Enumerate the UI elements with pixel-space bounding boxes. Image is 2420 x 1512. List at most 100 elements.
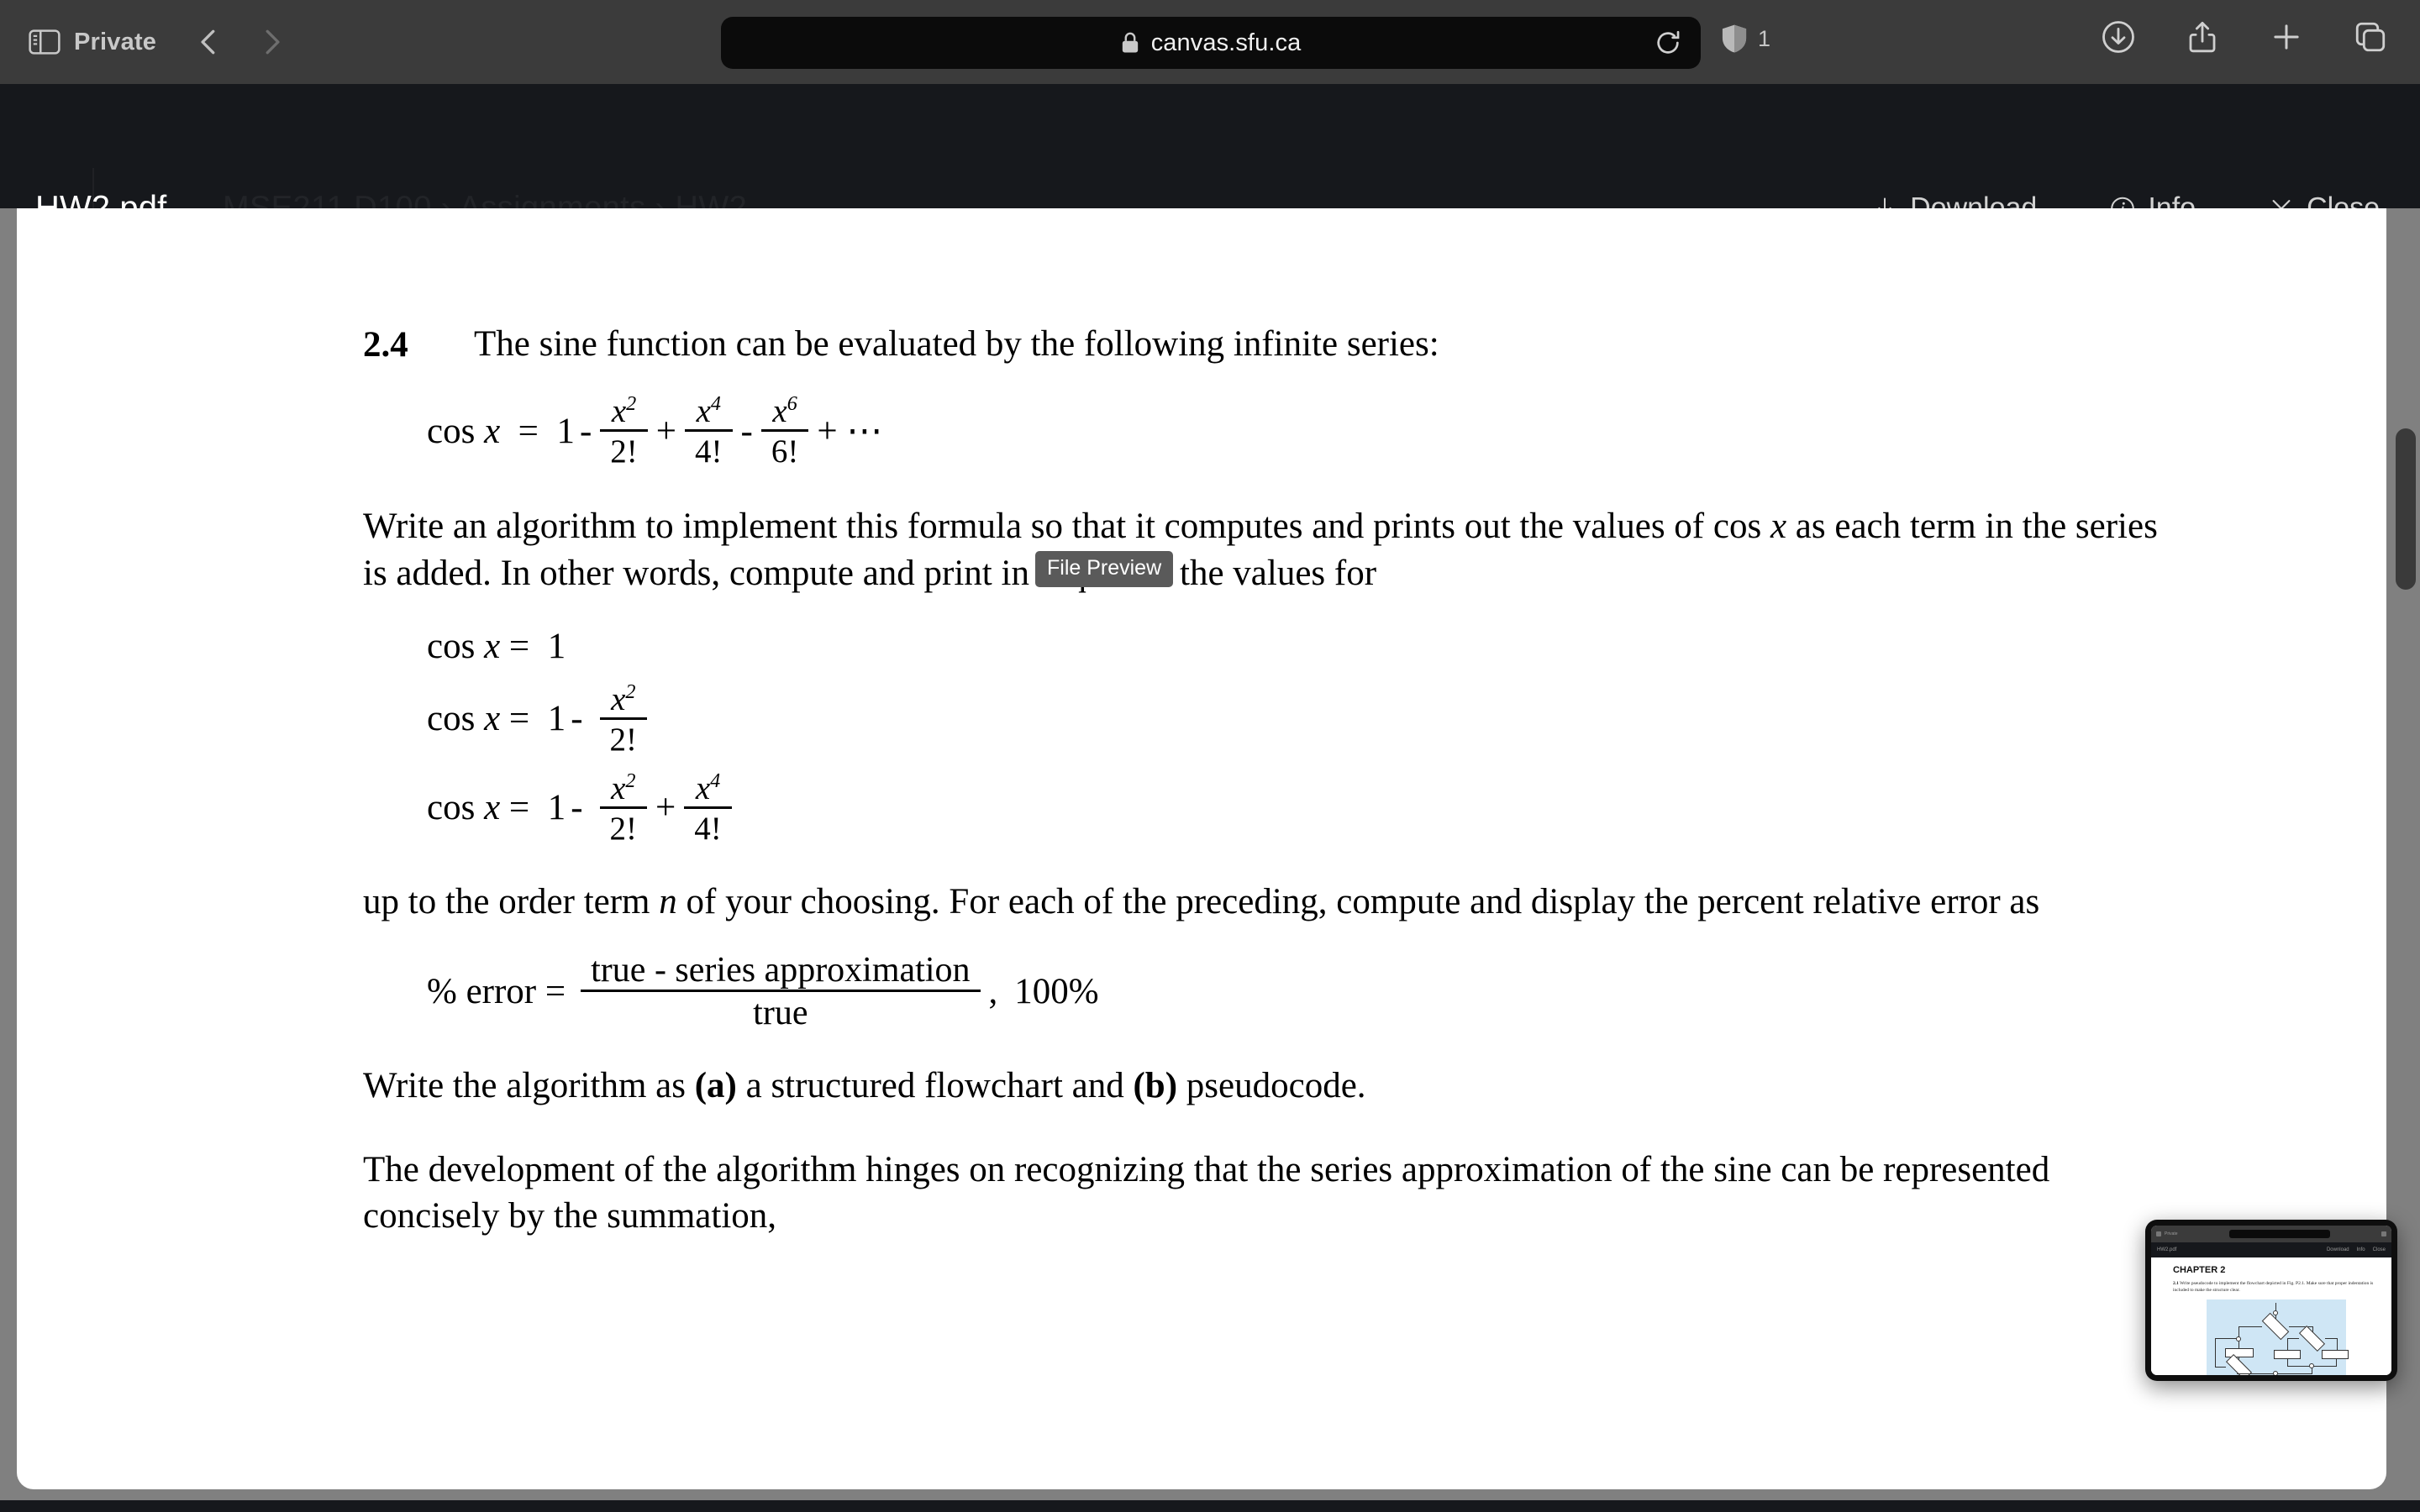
chevron-right-icon[interactable]: [255, 26, 287, 58]
equation-percent-error: % error = true - series approximation tr…: [363, 953, 2185, 1031]
thumbnail-file-name: HW2.pdf: [2157, 1247, 2177, 1252]
num-base: x: [696, 393, 711, 429]
address-bar[interactable]: canvas.sfu.ca: [721, 17, 1701, 69]
flow-line: [2238, 1326, 2262, 1327]
fraction-x6-over-6fact: x6 6!: [760, 392, 809, 468]
vertical-scrollbar-thumb[interactable]: [2396, 428, 2416, 590]
info-button[interactable]: Info: [2109, 192, 2196, 208]
thumbnail-page-content: CHAPTER 2 2.1 Write pseudocode to implem…: [2151, 1257, 2391, 1375]
flow-line: [2215, 1337, 2237, 1339]
equation-lhs: % error =: [427, 971, 566, 1012]
equation-series-step-1: cos x = 1: [363, 626, 2185, 667]
paragraph-flowchart-pseudocode: Write the algorithm as (a) a structured …: [363, 1063, 2185, 1110]
breadcrumb: MSE211 D100 › Assignments › HW2: [223, 190, 748, 209]
thumbnail-tabs-icon: [2381, 1231, 2386, 1236]
pdf-action-group: Download Info Close: [1871, 192, 2380, 209]
equation-series-step-2: cos x = 1 - x2 2!: [363, 681, 2185, 758]
flow-line: [2337, 1337, 2338, 1350]
share-icon[interactable]: [2185, 18, 2220, 55]
flow-process-x-75: [2274, 1349, 2301, 1359]
thumbnail-flowchart-figure: [2207, 1299, 2349, 1375]
para3-part-b: a structured flowchart and: [736, 1065, 1134, 1105]
toolbar-right-group: [2101, 18, 2388, 55]
equals-sign: =: [508, 626, 530, 666]
fraction-numerator: x6: [762, 392, 807, 429]
close-label: Close: [2307, 192, 2380, 209]
download-label: Download: [1910, 192, 2038, 209]
flow-line: [2215, 1366, 2226, 1368]
num-exponent: 4: [710, 392, 721, 415]
download-button[interactable]: Download: [1871, 192, 2038, 209]
pdf-page-content: 2.4 The sine function can be evaluated b…: [17, 208, 2386, 1489]
flow-connector: [2273, 1370, 2278, 1375]
flow-process-x-0: [2322, 1349, 2349, 1359]
pdf-document-viewport[interactable]: 2.4 The sine function can be evaluated b…: [0, 208, 2420, 1502]
flow-line: [2336, 1358, 2338, 1366]
operator-minus-1: -: [579, 411, 592, 451]
para1-italic-x: x: [1770, 507, 1787, 546]
fraction-error: true - series approximation true: [581, 950, 981, 1031]
flow-line: [2275, 1302, 2277, 1311]
label-a: (a): [694, 1065, 737, 1105]
thumbnail-chapter-title: CHAPTER 2: [2173, 1265, 2226, 1275]
tracker-count: 1: [1758, 25, 1771, 51]
tab-overview-icon[interactable]: [2353, 18, 2388, 55]
num-base: x: [611, 769, 626, 806]
tracker-blocking-indicator[interactable]: 1: [1721, 24, 1770, 54]
fraction-numerator: x4: [686, 770, 730, 806]
reload-icon[interactable]: [1654, 29, 1682, 57]
fraction-denominator: 2!: [609, 810, 638, 847]
private-browsing-indicator[interactable]: Private: [29, 29, 156, 56]
rhs-first-term: 1: [547, 626, 566, 666]
equation-tail: + ⋯: [817, 412, 883, 451]
plus-icon[interactable]: [2269, 18, 2304, 55]
operator-plus-1: +: [655, 411, 677, 451]
equation-lhs: cos x = 1: [427, 788, 566, 828]
page-thumbnail-preview[interactable]: Private HW2.pdf Download Info Close CHAP…: [2145, 1220, 2397, 1381]
operator-minus-2: -: [740, 411, 753, 451]
question-heading: 2.4 The sine function can be evaluated b…: [363, 324, 2185, 365]
toolbar-left-group: Private: [0, 26, 287, 58]
paragraph-write-algorithm: Write an algorithm to implement this for…: [363, 503, 2185, 597]
url-text: canvas.sfu.ca: [1150, 29, 1302, 56]
download-icon: [1871, 194, 1898, 208]
flow-line: [2325, 1337, 2337, 1339]
operator-minus: -: [571, 788, 583, 828]
para2-part-b: of your choosing. For each of the preced…: [676, 881, 2040, 921]
flow-line: [2287, 1358, 2289, 1366]
question-stem: The sine function can be evaluated by th…: [474, 324, 1439, 364]
chevron-left-icon[interactable]: [193, 26, 225, 58]
thumbnail-item-number: 2.1: [2173, 1281, 2179, 1286]
thumbnail-download-label: Download: [2326, 1247, 2349, 1252]
fraction-numerator: true - series approximation: [591, 950, 971, 990]
equals-sign: =: [508, 699, 530, 739]
num-base: x: [772, 393, 787, 429]
para2-part-a: up to the order term: [363, 881, 660, 921]
rhs-first-term: 1: [547, 788, 566, 828]
para1-part-a: Write an algorithm to implement this for…: [363, 507, 1770, 546]
close-button[interactable]: Close: [2268, 192, 2380, 209]
num-exponent: 6: [786, 392, 797, 415]
fraction-denominator: 2!: [610, 433, 638, 470]
flow-process-x-minus-50: [2225, 1347, 2254, 1357]
fraction-denominator: 4!: [694, 810, 722, 847]
fraction-denominator: 2!: [609, 721, 638, 758]
rhs-first-term: 1: [547, 699, 566, 739]
browser-toolbar: Private canvas.sfu.ca 1: [0, 0, 2420, 84]
fraction-x4-over-4fact: x4 4!: [685, 392, 733, 468]
thumbnail-inner: Private HW2.pdf Download Info Close CHAP…: [2151, 1226, 2391, 1375]
equation-series-step-3: cos x = 1 - x2 2! + x4 4!: [363, 769, 2185, 847]
window-bottom-edge: [0, 1500, 2420, 1512]
thumbnail-private-label: Private: [2165, 1231, 2178, 1236]
fraction-numerator: x2: [602, 393, 646, 429]
privacy-shield-icon[interactable]: [1721, 24, 1748, 54]
fraction-x2-over-2fact: x2 2!: [599, 681, 648, 758]
fraction-x2-over-2fact: x2 2!: [600, 393, 648, 470]
downloads-icon[interactable]: [2101, 18, 2136, 55]
flow-line: [2287, 1337, 2289, 1350]
num-base: x: [611, 393, 627, 429]
thumbnail-pdf-header: HW2.pdf Download Info Close: [2151, 1242, 2391, 1257]
sidebar-icon[interactable]: [29, 29, 60, 55]
equation-lhs: cos x = 1: [427, 626, 566, 666]
percent-error-label: % error: [427, 971, 537, 1011]
